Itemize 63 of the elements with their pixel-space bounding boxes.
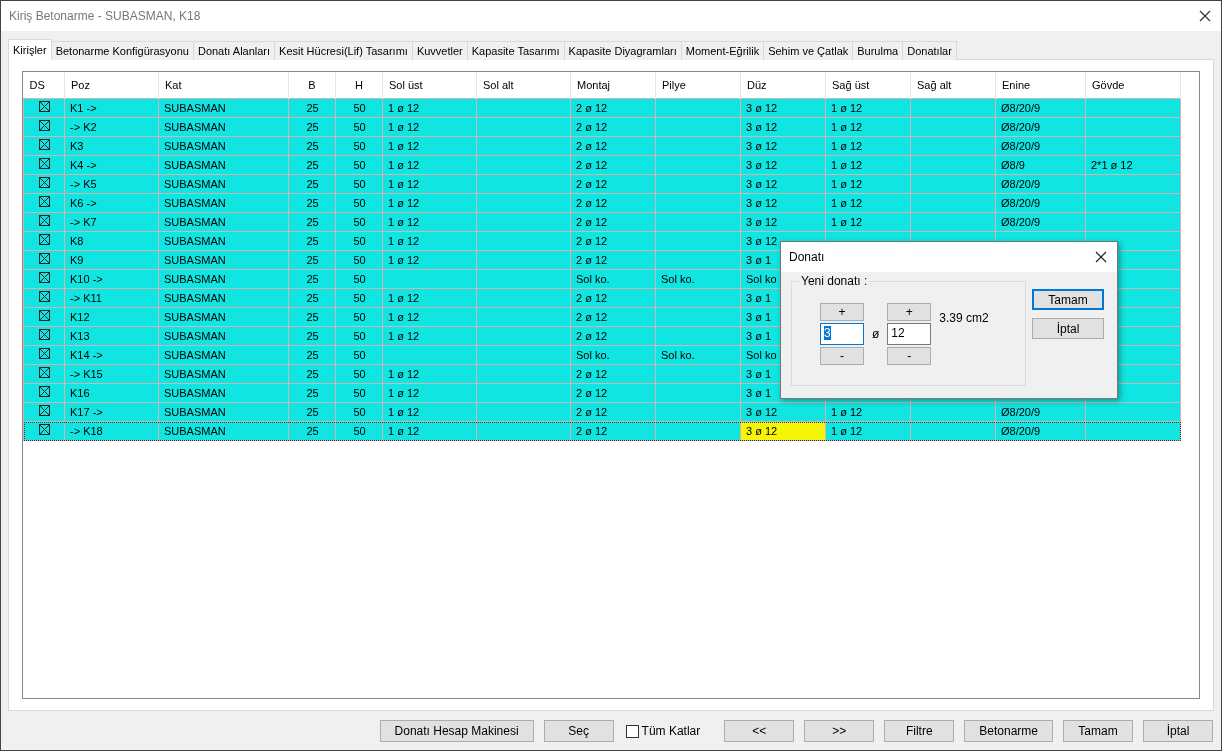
decrement-button[interactable]: - [887, 347, 932, 365]
decrement-button[interactable]: - [820, 347, 864, 365]
footer-button[interactable]: Seç [543, 720, 614, 742]
checkbox-icon[interactable] [38, 348, 50, 359]
checkbox-icon[interactable] [38, 272, 50, 283]
tab[interactable]: Kesit Hücresi(Lif) Tasarımı [274, 41, 413, 60]
tab[interactable]: Kuvvetler [411, 41, 468, 60]
checkbox-icon[interactable] [38, 367, 50, 378]
footer-button[interactable]: Betonarme [964, 720, 1053, 742]
checkbox-icon[interactable] [38, 405, 50, 416]
checkbox-icon[interactable] [38, 158, 50, 169]
footer-button[interactable]: Donatı Hesap Makinesi [379, 720, 534, 742]
checkbox[interactable] [625, 724, 639, 738]
tab[interactable]: Sehim ve Çatlak [763, 41, 854, 60]
tab[interactable]: Kirişler [8, 39, 52, 60]
table-cell: 50 [335, 98, 383, 118]
footer-button[interactable]: Filtre [884, 720, 955, 742]
footer-button[interactable]: Tamam [1063, 720, 1133, 742]
checkbox-icon[interactable] [38, 196, 50, 207]
table-cell: 1 ø 12 [825, 98, 911, 118]
checkbox-icon[interactable] [38, 386, 50, 397]
checkbox-icon[interactable] [38, 424, 50, 435]
checkbox-icon[interactable] [38, 215, 50, 226]
dialog-button[interactable]: İptal [1032, 318, 1104, 339]
checkbox-icon[interactable] [38, 139, 50, 150]
checkbox-icon[interactable] [38, 253, 50, 264]
input-field[interactable]: 3 [820, 323, 864, 345]
increment-button[interactable]: + [887, 303, 932, 321]
checkbox-icon[interactable] [38, 234, 50, 245]
tab[interactable]: Moment-Eğrilik [680, 41, 765, 60]
table-cell: 1 ø 12 [382, 98, 477, 118]
footer-button[interactable]: >> [804, 720, 875, 742]
table-cell: SUBASMAN [158, 98, 289, 118]
dialog-button[interactable]: Tamam [1032, 289, 1104, 310]
group-label: Yeni donatı : [799, 274, 870, 288]
checkbox-icon[interactable] [38, 329, 50, 340]
table-cell: Ø8/20/9 [995, 98, 1086, 118]
table-cell: 2 ø 12 [570, 98, 656, 118]
checkbox-label[interactable]: Tüm Katlar [641, 724, 701, 738]
increment-button[interactable]: + [820, 303, 864, 321]
footer-button[interactable]: << [724, 720, 795, 742]
window-title: Kiriş Betonarme - SUBASMAN, K18 [9, 9, 201, 23]
dialog-title: Donatı [789, 250, 825, 264]
area-value: 3.39 cm2 [939, 311, 989, 325]
tab[interactable]: Donatılar [902, 41, 957, 60]
table-cell: 25 [288, 98, 336, 118]
footer-button[interactable]: İptal [1143, 720, 1213, 742]
tab[interactable]: Burulma [852, 41, 904, 60]
close-icon[interactable] [1199, 10, 1211, 22]
checkbox-icon[interactable] [38, 291, 50, 302]
table-cell: 3 ø 12 [740, 98, 826, 118]
checkbox-icon[interactable] [38, 177, 50, 188]
checkbox-icon[interactable] [38, 101, 50, 112]
diameter-symbol: ø [872, 327, 880, 341]
checkbox-icon[interactable] [38, 310, 50, 321]
tab[interactable]: Kapasite Diyagramları [563, 41, 682, 60]
tab[interactable]: Donatı Alanları [192, 41, 276, 60]
input-field[interactable]: 12 [887, 323, 932, 345]
table-cell: K1 -> [64, 98, 159, 118]
tab[interactable]: Betonarme Konfigürasyonu [50, 41, 194, 60]
close-icon[interactable] [1095, 251, 1107, 263]
tab[interactable]: Kapasite Tasarımı [466, 41, 565, 60]
checkbox-icon[interactable] [38, 120, 50, 131]
